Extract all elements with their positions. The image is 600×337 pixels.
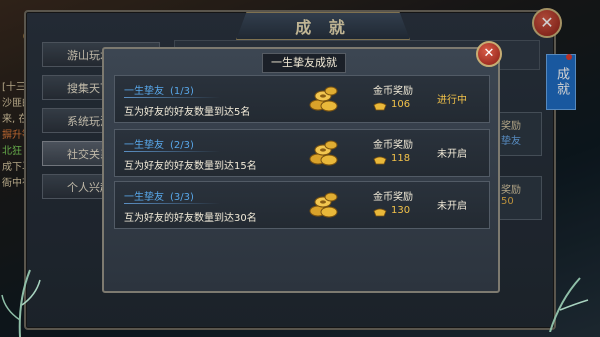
achievement-name: 一生挚友 (3/3) <box>124 188 194 203</box>
divider <box>124 203 220 204</box>
achievement-name: 一生挚友 (2/3) <box>124 136 194 151</box>
achievement-description: 互为好友的好友数量到达30名 <box>124 213 257 224</box>
achievement-status: 未开启 <box>437 201 467 212</box>
reward-label: 金币奖励 <box>373 86 413 97</box>
gold-coin-pile-icon <box>309 192 338 218</box>
achievement-name: 一生挚友 (1/3) <box>124 82 194 97</box>
reward-amount: 118 <box>391 153 411 164</box>
achievement-progress: (2/3) <box>170 140 194 151</box>
popup-close-button[interactable]: ✕ <box>476 41 502 67</box>
plant-decoration-icon <box>549 277 589 332</box>
achievement-progress: (1/3) <box>170 86 194 97</box>
achievement-detail-popup: 一生挚友成就 ✕ 一生挚友 (1/3) 互为好友的好友数量到达5名 金币奖励 10… <box>102 41 502 293</box>
achievement-description: 互为好友的好友数量到达15名 <box>124 161 257 172</box>
game-scene: [十三 沙匪的 来, 在 摒升等 北狂 成下马 衙中有 成 就 游山玩水 搜集天… <box>0 0 600 337</box>
reward-label: 金币奖励 <box>373 192 413 203</box>
gold-ingot-icon <box>373 156 387 165</box>
divider <box>124 151 220 152</box>
achievement-row: 一生挚友 (3/3) 互为好友的好友数量到达30名 金币奖励 130 未开启 <box>114 181 490 229</box>
achievement-description: 互为好友的好友数量到达5名 <box>124 107 251 118</box>
popup-title: 一生挚友成就 <box>262 53 346 73</box>
reward-amount: 130 <box>391 205 411 216</box>
achievement-title-text: 一生挚友 <box>124 86 164 97</box>
reward-label: 金币奖励 <box>373 140 413 151</box>
achievement-row: 一生挚友 (1/3) 互为好友的好友数量到达5名 金币奖励 106 进行中 <box>114 75 490 123</box>
plant-decoration-icon <box>1 269 41 337</box>
gold-ingot-icon <box>373 208 387 217</box>
divider <box>124 97 220 98</box>
gold-coin-pile-icon <box>309 140 338 166</box>
gold-ingot-icon <box>373 102 387 111</box>
gold-coin-pile-icon <box>309 86 338 112</box>
achievement-title-text: 一生挚友 <box>124 140 164 151</box>
reward-amount: 106 <box>391 99 411 110</box>
achievement-title-text: 一生挚友 <box>124 192 164 203</box>
achievement-status: 进行中 <box>437 95 467 106</box>
achievement-status: 未开启 <box>437 149 467 160</box>
achievement-progress: (3/3) <box>170 192 194 203</box>
achievement-row: 一生挚友 (2/3) 互为好友的好友数量到达15名 金币奖励 118 未开启 <box>114 129 490 177</box>
